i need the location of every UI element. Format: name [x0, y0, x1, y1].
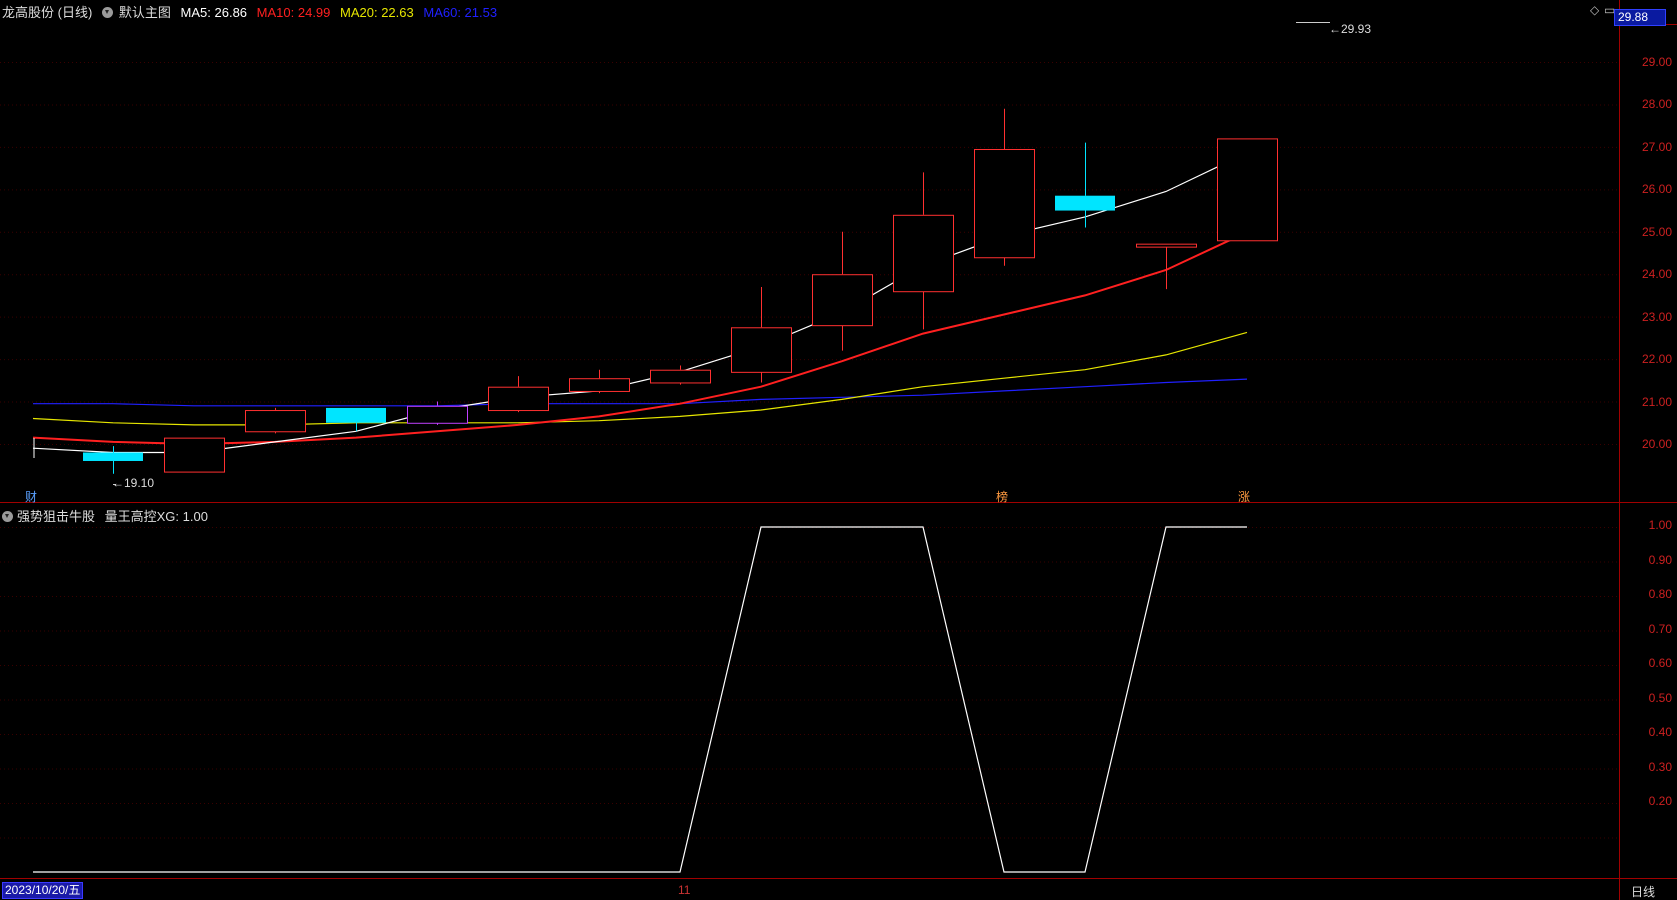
stock-title[interactable]: 龙高股份 (日线) [2, 5, 92, 20]
candle-body [812, 274, 873, 327]
price-axis-label: 26.00 [1641, 182, 1672, 196]
ma20-label: MA20: 22.63 [340, 5, 414, 20]
current-price-tag: 29.88 [1614, 9, 1666, 26]
kline-chart[interactable] [0, 0, 1677, 900]
indicator-axis-label: 0.30 [1648, 760, 1672, 774]
indicator-value: 量王高控XG: 1.00 [104, 509, 208, 524]
price-axis-label: 29.00 [1641, 55, 1672, 69]
low-price-value: 19.10 [124, 476, 155, 490]
candle-body [893, 214, 954, 293]
price-axis-label: 20.00 [1641, 437, 1672, 451]
cursor-date: 2023/10/20/五 [2, 882, 84, 899]
ma20-line [32, 331, 1248, 426]
limit-up-marker[interactable]: 涨 [1238, 488, 1250, 505]
indicator-name[interactable]: 强势狙击牛股 [17, 509, 95, 524]
candle-body [326, 407, 386, 423]
price-axis-label: 28.00 [1641, 97, 1672, 111]
low-price-label: ←19.10 [112, 476, 155, 490]
extreme-guides [33, 22, 1330, 485]
candle-body [650, 369, 711, 384]
finance-marker[interactable]: 财 [25, 488, 37, 505]
chart-window[interactable]: 龙高股份 (日线) 默认主图 MA5: 26.86 MA10: 24.99 MA… [0, 0, 1677, 900]
indicator-axis-label: 0.60 [1648, 656, 1672, 670]
candle-body [407, 405, 468, 424]
month-tick: 11 [678, 883, 691, 897]
indicator-axis-label: 1.00 [1648, 518, 1672, 532]
price-axis-label: 25.00 [1641, 225, 1672, 239]
indicator-axis-label: 0.50 [1648, 691, 1672, 705]
dragon-tiger-marker[interactable]: 榜 [996, 488, 1008, 505]
high-price-value: 29.93 [1341, 22, 1372, 36]
main-chart-header: 龙高股份 (日线) 默认主图 MA5: 26.86 MA10: 24.99 MA… [2, 2, 503, 21]
period-label[interactable]: 日线 [1631, 883, 1655, 900]
ma5-label: MA5: 26.86 [180, 5, 248, 20]
price-axis-label: 23.00 [1641, 310, 1672, 324]
ma60-label: MA60: 21.53 [423, 5, 498, 20]
template-name[interactable]: 默认主图 [119, 5, 171, 20]
candle-body [488, 386, 549, 412]
candle-body [974, 149, 1035, 259]
candle-body [1217, 138, 1278, 242]
candle-body [1055, 195, 1115, 211]
indicator-axis-label: 0.80 [1648, 587, 1672, 601]
indicator-dropdown-icon[interactable] [2, 511, 13, 522]
ma10-label: MA10: 24.99 [256, 5, 331, 20]
candle-body [1136, 243, 1197, 248]
candle-body [569, 378, 630, 392]
candle-body [245, 410, 306, 433]
price-axis-label: 24.00 [1641, 267, 1672, 281]
indicator-axis-label: 0.70 [1648, 622, 1672, 636]
indicator-axis-label: 0.20 [1648, 794, 1672, 808]
candle-body [83, 452, 143, 461]
candle-body [164, 437, 225, 473]
high-price-label: ←29.93 [1329, 22, 1372, 36]
indicator-header: 强势狙击牛股 量王高控XG: 1.00 [2, 506, 208, 525]
indicator-axis-label: 0.40 [1648, 725, 1672, 739]
indicator-axis-label: 0.90 [1648, 553, 1672, 567]
grid-lines [0, 62, 1619, 839]
candle-body [731, 327, 792, 373]
diamond-icon[interactable]: ◇ [1590, 3, 1599, 17]
price-axis-label: 22.00 [1641, 352, 1672, 366]
price-axis-label: 21.00 [1641, 395, 1672, 409]
template-dropdown-icon[interactable] [101, 7, 113, 18]
price-axis-label: 27.00 [1641, 140, 1672, 154]
ma10-line [32, 231, 1248, 446]
